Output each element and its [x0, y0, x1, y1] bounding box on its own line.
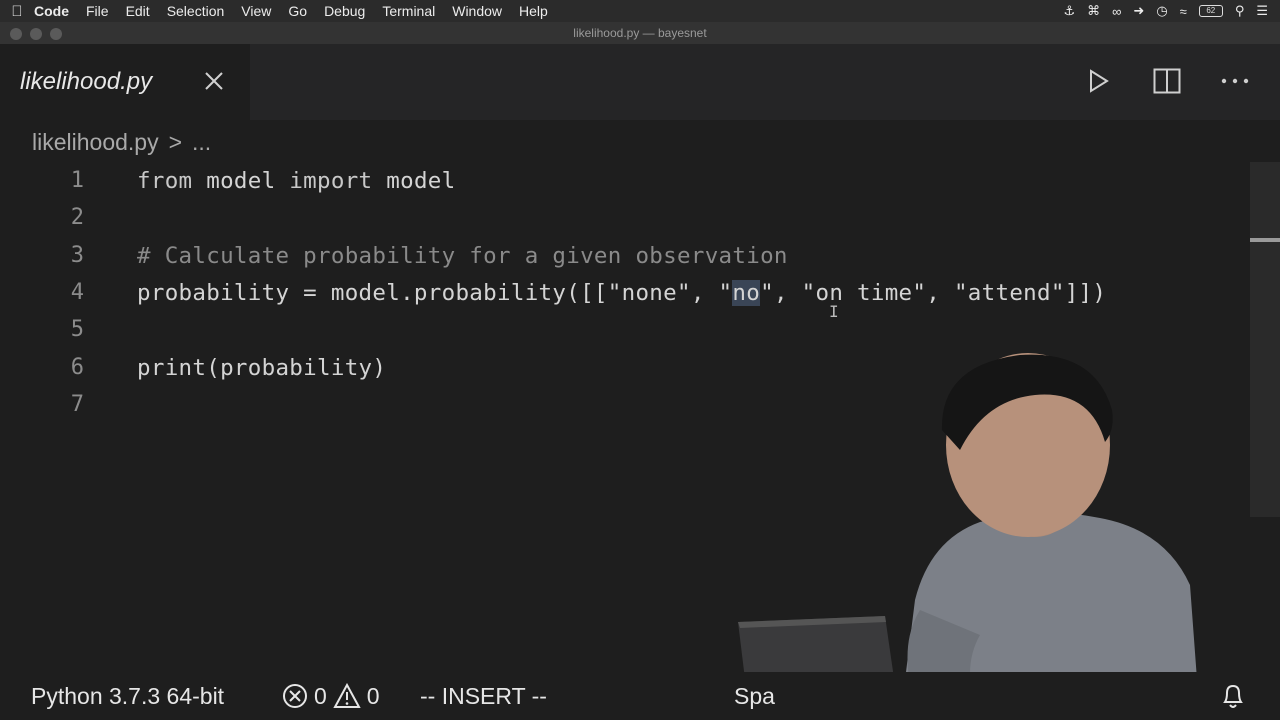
vim-mode: -- INSERT --	[420, 682, 547, 709]
search-icon[interactable]: ⚲	[1235, 3, 1245, 19]
forward-circle-icon[interactable]: ➜	[1133, 3, 1144, 19]
menu-go[interactable]: Go	[288, 3, 307, 19]
code-line: 4 probability = model.probability([["non…	[0, 274, 1250, 311]
status-bar: Python 3.7.3 64-bit 0 0 -- INSERT -- Spa	[0, 672, 1280, 720]
menu-view[interactable]: View	[241, 3, 271, 19]
ellipsis-icon	[1221, 78, 1249, 84]
module-name: model	[192, 167, 290, 194]
code-line: 1 from model import model	[0, 162, 1250, 199]
breadcrumb-symbols[interactable]: ...	[192, 129, 211, 156]
indentation-setting[interactable]: Spa	[734, 683, 775, 710]
code-comment[interactable]: # Calculate probability for a given obse…	[137, 243, 788, 269]
editor-tab-bar: likelihood.py	[0, 44, 1280, 120]
line-number: 7	[70, 392, 84, 417]
menu-window[interactable]: Window	[452, 3, 502, 19]
menu-help[interactable]: Help	[519, 3, 548, 19]
code-line: 3 # Calculate probability for a given ob…	[0, 237, 1250, 274]
line-number: 1	[70, 168, 84, 193]
window-title-bar: likelihood.py — bayesnet	[0, 22, 1280, 44]
code-suffix: ", "on time", "attend"]])	[760, 279, 1107, 306]
editor-actions	[1084, 66, 1250, 96]
apple-logo-icon[interactable]: 	[0, 3, 34, 20]
clock-icon[interactable]: ◷	[1156, 3, 1167, 19]
keyword-from: from	[137, 167, 193, 194]
window-title: likelihood.py — bayesnet	[573, 26, 707, 40]
menu-file[interactable]: File	[86, 3, 109, 19]
python-interpreter[interactable]: Python 3.7.3 64-bit	[31, 683, 224, 710]
window-controls	[10, 28, 62, 40]
line-number: 4	[70, 280, 84, 305]
breadcrumb: likelihood.py > ...	[32, 124, 211, 160]
minimize-window-button[interactable]	[30, 28, 42, 40]
menu-edit[interactable]: Edit	[126, 3, 150, 19]
error-count: 0	[314, 682, 327, 709]
code-line: 2	[0, 199, 1250, 236]
menu-app-name[interactable]: Code	[34, 3, 69, 19]
warning-icon	[333, 683, 361, 708]
problems-indicator[interactable]: 0 0	[282, 683, 380, 710]
text-cursor-icon: I	[829, 302, 839, 321]
line-number: 3	[70, 243, 84, 268]
presenter-video-overlay	[738, 353, 1200, 720]
play-icon	[1090, 69, 1109, 93]
control-center-icon[interactable]: ☰	[1256, 3, 1268, 19]
close-window-button[interactable]	[10, 28, 22, 40]
split-editor-icon	[1153, 68, 1181, 94]
run-button[interactable]	[1084, 66, 1114, 96]
code-text[interactable]: from model import model	[137, 168, 455, 194]
tab-likelihood[interactable]: likelihood.py	[0, 44, 250, 120]
code-text[interactable]: print(probability)	[137, 355, 386, 381]
split-editor-button[interactable]	[1152, 66, 1182, 96]
glasses-icon[interactable]: ∞	[1112, 4, 1121, 19]
warning-count: 0	[366, 682, 380, 709]
zoom-window-button[interactable]	[50, 28, 62, 40]
menu-debug[interactable]: Debug	[324, 3, 365, 19]
tab-title: likelihood.py	[20, 68, 153, 95]
more-actions-button[interactable]	[1220, 66, 1250, 96]
menu-selection[interactable]: Selection	[167, 3, 225, 19]
code-prefix: probability = model.probability([["none"…	[137, 279, 733, 306]
imported-name: model	[372, 167, 456, 194]
vscode-window:  Code File Edit Selection View Go Debug…	[0, 0, 1280, 720]
battery-icon[interactable]: 62	[1198, 5, 1223, 17]
menu-terminal[interactable]: Terminal	[382, 3, 435, 19]
error-icon	[283, 684, 307, 708]
selected-text: no	[732, 279, 761, 306]
wifi-icon[interactable]: ≈	[1180, 4, 1187, 19]
line-number: 5	[70, 317, 84, 342]
menu-status-area: ⚓ ⌘ ∞ ➜ ◷ ≈ 62 ⚲ ☰	[1063, 0, 1268, 22]
close-icon[interactable]	[203, 70, 225, 92]
scrollbar-thumb[interactable]	[1250, 238, 1280, 242]
chevron-right-icon: >	[168, 128, 183, 155]
macos-menu-bar:  Code File Edit Selection View Go Debug…	[0, 0, 1280, 22]
bell-icon[interactable]	[1220, 682, 1246, 710]
keyword-import: import	[289, 167, 373, 194]
breadcrumb-file[interactable]: likelihood.py	[32, 129, 159, 156]
line-number: 2	[70, 205, 84, 230]
command-icon[interactable]: ⌘	[1087, 3, 1100, 19]
docker-icon[interactable]: ⚓	[1063, 3, 1075, 19]
line-number: 6	[70, 355, 84, 380]
code-text[interactable]: probability = model.probability([["none"…	[137, 279, 1107, 306]
code-line: 5	[0, 311, 1250, 348]
